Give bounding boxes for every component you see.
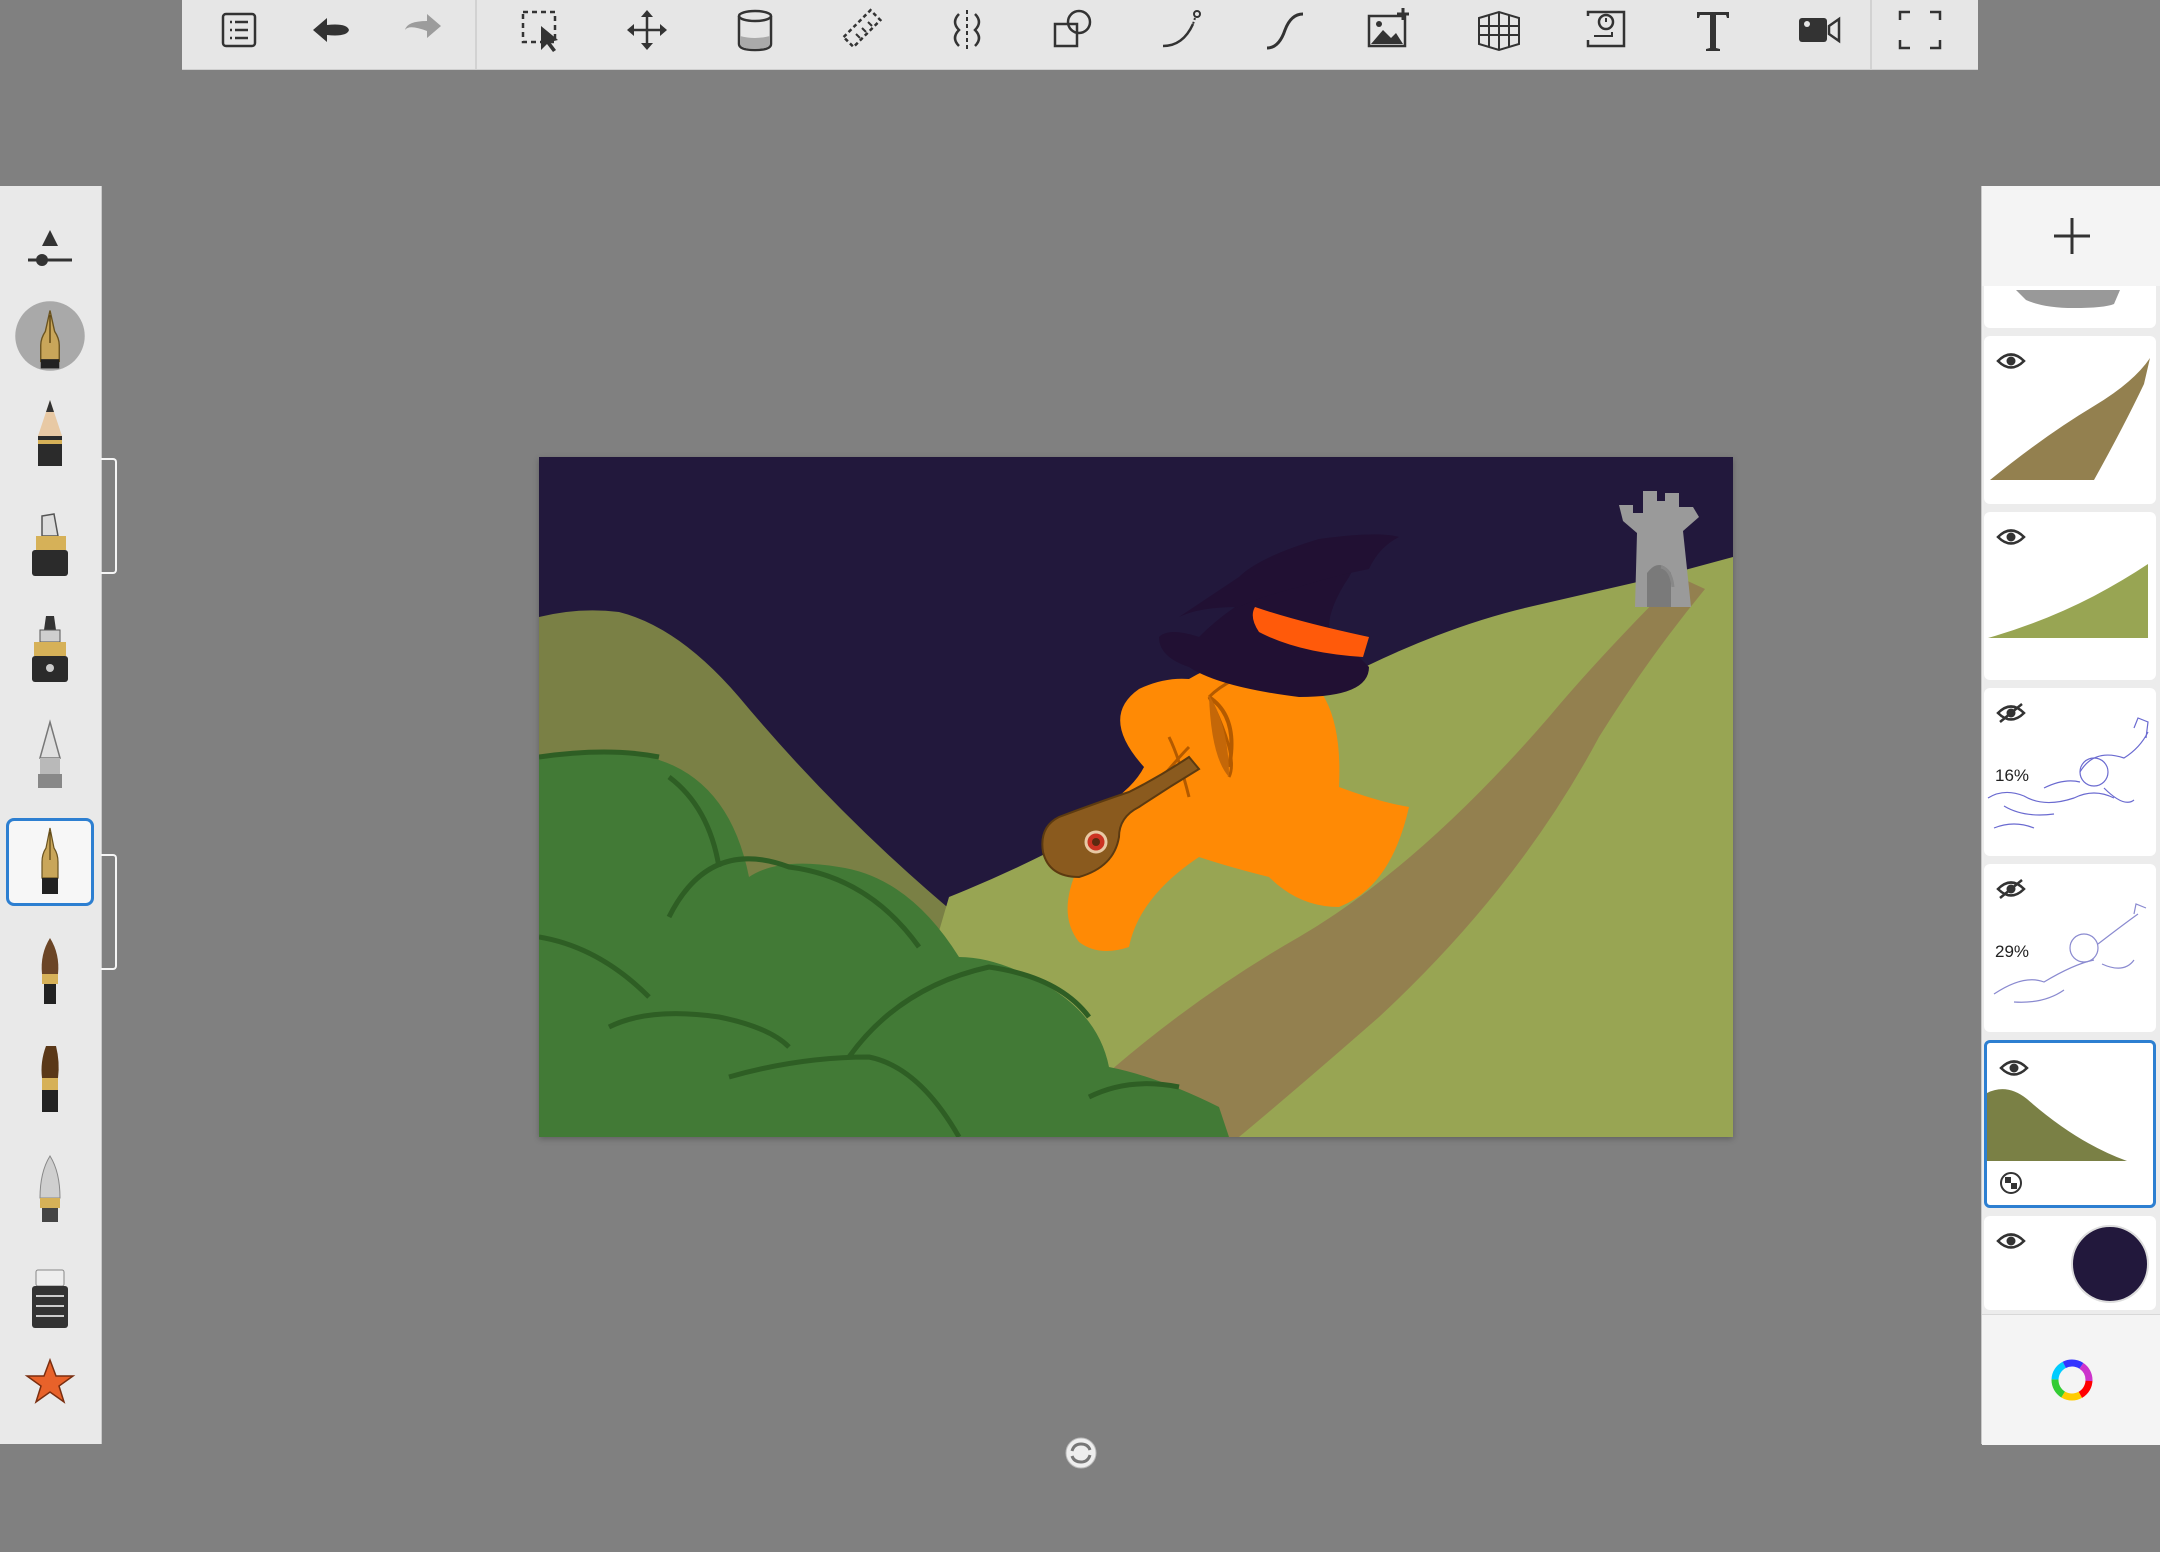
stroke-icon[interactable] <box>1146 0 1216 60</box>
layer-left-hill[interactable] <box>1984 1040 2156 1208</box>
color-wheel-icon <box>2051 1359 2092 1401</box>
layer-opacity: 29% <box>1995 942 2030 961</box>
curve-icon[interactable] <box>1250 0 1320 60</box>
eye-hidden-icon[interactable] <box>1996 702 2026 724</box>
eraser-icon[interactable] <box>6 1252 94 1340</box>
menu-icon[interactable] <box>204 0 274 60</box>
shape-icon[interactable] <box>1038 0 1108 60</box>
layer-path[interactable] <box>1984 336 2156 504</box>
ruler-icon[interactable] <box>827 0 897 60</box>
add-layer-button[interactable] <box>1982 186 2160 286</box>
layer-right-hill[interactable] <box>1984 512 2156 680</box>
eye-hidden-icon[interactable] <box>1996 878 2026 900</box>
brush-properties-icon[interactable] <box>6 206 94 294</box>
record-icon[interactable] <box>1784 0 1854 60</box>
flat-brush-icon[interactable] <box>6 1036 94 1124</box>
layer-sketch-2[interactable]: 29% <box>1984 864 2156 1032</box>
background-color-swatch[interactable] <box>2070 1224 2150 1304</box>
layer-background[interactable] <box>1984 1216 2156 1310</box>
eye-icon[interactable] <box>1996 350 2026 372</box>
artwork <box>539 457 1733 1137</box>
transparency-lock-icon[interactable] <box>1999 1171 2023 1195</box>
drawing-canvas[interactable] <box>539 457 1733 1137</box>
redo-icon[interactable] <box>388 0 458 60</box>
marker-icon[interactable] <box>6 500 94 588</box>
add-image-icon[interactable] <box>1354 0 1424 60</box>
transform-icon[interactable] <box>612 0 682 60</box>
layers-panel: 16% 29% <box>1981 186 2160 1445</box>
smudge-icon[interactable] <box>6 1146 94 1234</box>
layer-opacity: 16% <box>1995 766 2030 785</box>
plus-icon <box>2053 218 2090 254</box>
perspective-icon[interactable] <box>1464 0 1534 60</box>
fill-icon[interactable] <box>720 0 790 60</box>
inking-pen-icon[interactable] <box>6 818 94 906</box>
symmetry-icon[interactable] <box>932 0 1002 60</box>
top-toolbar <box>182 0 1978 70</box>
time-lapse-icon[interactable] <box>1571 0 1641 60</box>
eye-icon[interactable] <box>1999 1057 2029 1079</box>
text-icon[interactable] <box>1678 0 1748 60</box>
brush-panel-tab-bottom[interactable] <box>101 854 117 970</box>
eye-icon[interactable] <box>1996 526 2026 548</box>
pencil-icon[interactable] <box>6 390 94 478</box>
airbrush-icon[interactable] <box>6 712 94 800</box>
ballpoint-pen-icon[interactable] <box>6 292 94 380</box>
layer-sketch-1[interactable]: 16% <box>1984 688 2156 856</box>
selection-icon[interactable] <box>506 0 576 60</box>
brush-palette <box>0 186 102 1444</box>
canvas-rotate-icon[interactable] <box>1064 1436 1098 1470</box>
favorites-star-icon[interactable] <box>6 1336 94 1424</box>
color-picker-button[interactable] <box>1982 1314 2160 1445</box>
paint-brush-icon[interactable] <box>6 928 94 1016</box>
eye-icon[interactable] <box>1996 1230 2026 1252</box>
fullscreen-icon[interactable] <box>1885 0 1955 60</box>
undo-icon[interactable] <box>296 0 366 60</box>
felt-pen-icon[interactable] <box>6 606 94 694</box>
layer-castle[interactable] <box>1984 286 2156 328</box>
brush-panel-tab-top[interactable] <box>101 458 117 574</box>
layer-thumbnail <box>2016 290 2120 308</box>
